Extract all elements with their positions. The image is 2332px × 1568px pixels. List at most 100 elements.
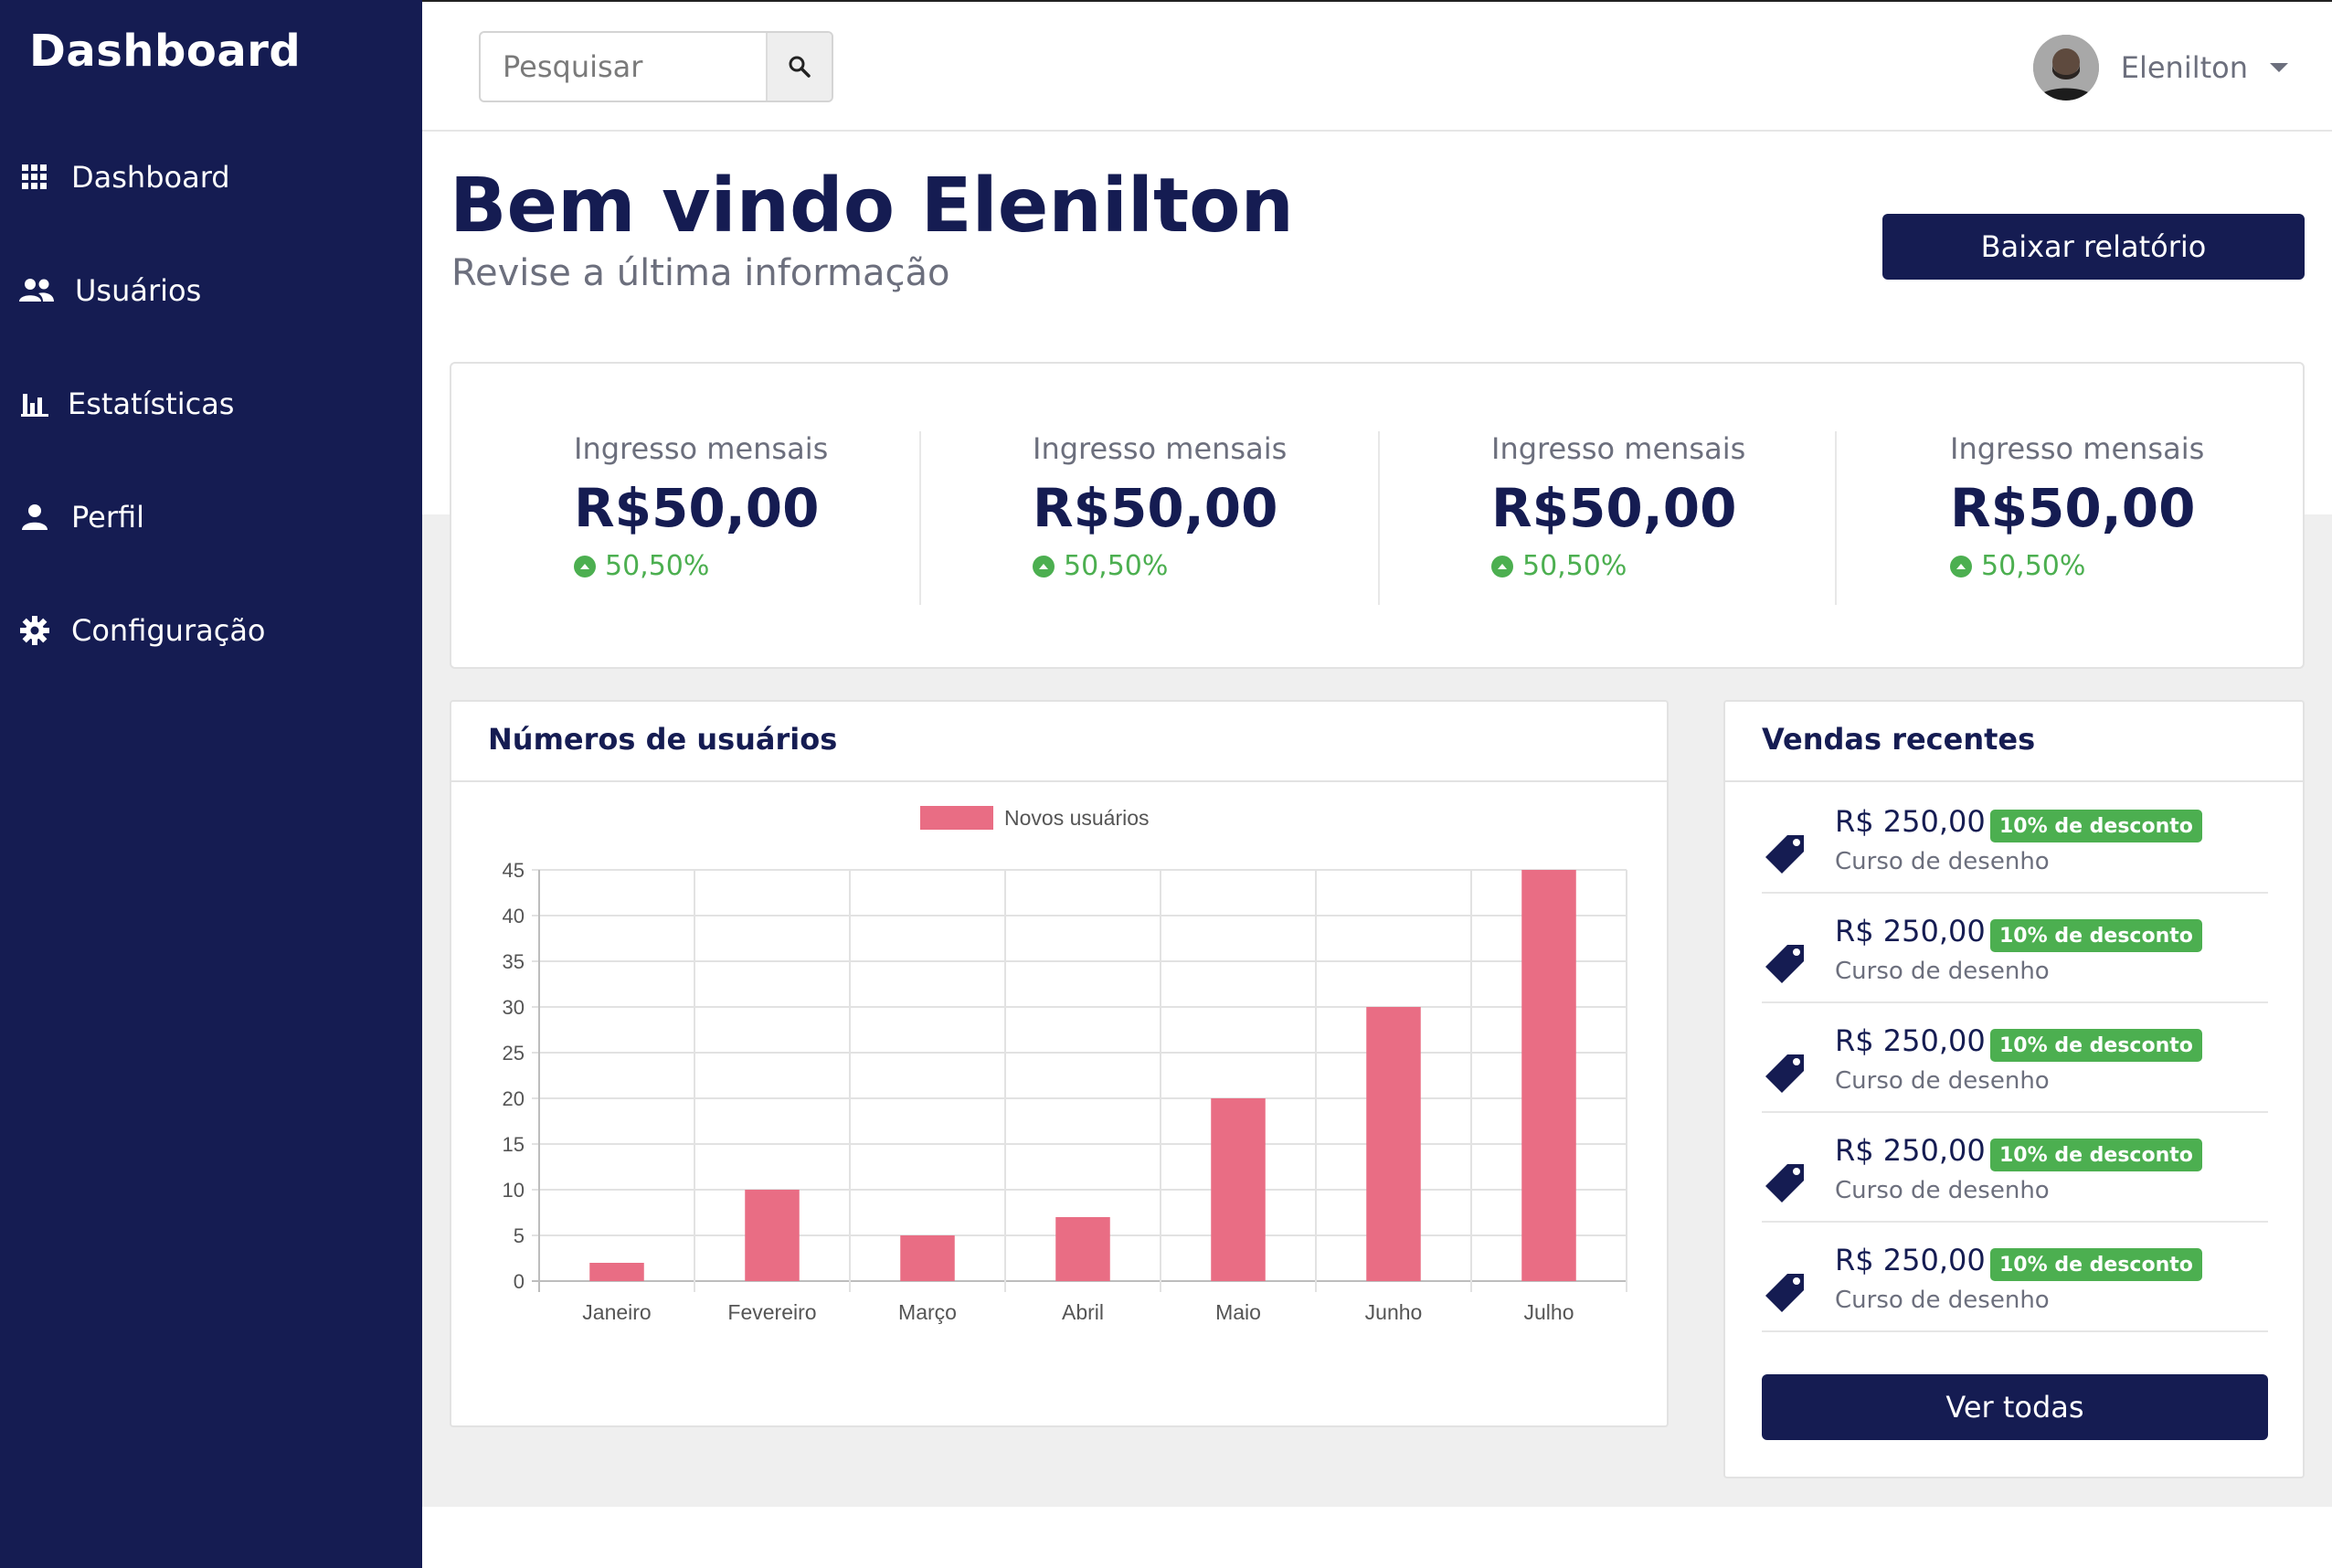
- top-header: Elenilton: [422, 0, 2332, 132]
- sale-description: Curso de desenho: [1835, 1287, 2050, 1314]
- arrow-up-circle-icon: [1033, 555, 1055, 577]
- discount-badge: 10% de desconto: [1990, 1029, 2202, 1062]
- stat-change-value: 50,50%: [1981, 550, 2086, 582]
- tag-icon: [1765, 945, 1804, 983]
- stat-item: Ingresso mensais R$50,00 50,50%: [1950, 431, 2332, 605]
- sidebar: Dashboard Dashboard Usuários Estatística…: [0, 0, 422, 1568]
- sale-item[interactable]: R$ 250,00 10% de desconto Curso de desen…: [1762, 784, 2268, 894]
- card-header: Números de usuários: [451, 702, 1667, 782]
- card-title: Números de usuários: [488, 722, 838, 757]
- x-tick-label: Março: [898, 1300, 957, 1324]
- see-all-button[interactable]: Ver todas: [1762, 1374, 2268, 1440]
- y-tick-label: 45: [503, 859, 525, 882]
- y-tick-label: 0: [514, 1270, 525, 1293]
- stat-value: R$50,00: [1491, 477, 1737, 539]
- sale-item[interactable]: R$ 250,00 10% de desconto Curso de desen…: [1762, 1223, 2268, 1332]
- sidebar-item-label: Configuração: [71, 613, 266, 648]
- card-title: Vendas recentes: [1762, 722, 2036, 757]
- x-tick-label: Fevereiro: [727, 1300, 816, 1324]
- stat-change: 50,50%: [1033, 550, 1168, 582]
- x-tick-label: Julho: [1524, 1300, 1574, 1324]
- y-tick-label: 30: [503, 996, 525, 1019]
- sidebar-item-perfil[interactable]: Perfil: [18, 490, 144, 545]
- discount-badge: 10% de desconto: [1990, 1248, 2202, 1281]
- divider: [1378, 431, 1380, 605]
- sidebar-item-dashboard[interactable]: Dashboard: [18, 150, 230, 205]
- grid-icon: [18, 161, 51, 194]
- sale-description: Curso de desenho: [1835, 1177, 2050, 1204]
- sale-item[interactable]: R$ 250,00 10% de desconto Curso de desen…: [1762, 1003, 2268, 1113]
- stat-item: Ingresso mensais R$50,00 50,50%: [1491, 431, 1948, 605]
- y-tick-label: 35: [503, 950, 525, 973]
- y-tick-label: 5: [514, 1224, 525, 1247]
- search-box: [479, 31, 833, 102]
- sale-price: R$ 250,00: [1835, 1023, 1986, 1058]
- y-tick-label: 40: [503, 905, 525, 927]
- search-button[interactable]: [766, 33, 832, 101]
- stat-item: Ingresso mensais R$50,00 50,50%: [1033, 431, 1489, 605]
- sidebar-item-label: Dashboard: [71, 160, 230, 195]
- stat-label: Ingresso mensais: [574, 431, 829, 466]
- sale-price: R$ 250,00: [1835, 914, 1986, 948]
- sidebar-item-usuarios[interactable]: Usuários: [18, 263, 201, 318]
- divider: [919, 431, 921, 605]
- users-chart-card: Números de usuários 0 5 10 15 20 25 30 35 40 45 Ja…: [450, 700, 1669, 1427]
- sale-item[interactable]: R$ 250,00 10% de desconto Curso de desen…: [1762, 894, 2268, 1003]
- stat-change: 50,50%: [1950, 550, 2085, 582]
- sidebar-item-estatisticas[interactable]: Estatísticas: [18, 376, 234, 431]
- y-tick-label: 15: [503, 1133, 525, 1156]
- stat-item: Ingresso mensais R$50,00 50,50%: [574, 431, 1031, 605]
- sale-price: R$ 250,00: [1835, 804, 1986, 839]
- arrow-up-circle-icon: [574, 555, 596, 577]
- sale-description: Curso de desenho: [1835, 1067, 2050, 1095]
- sidebar-item-label: Usuários: [75, 273, 202, 308]
- search-input[interactable]: [481, 33, 766, 101]
- stat-change-value: 50,50%: [1064, 550, 1169, 582]
- bar-chart-icon: [18, 387, 51, 420]
- sale-price: R$ 250,00: [1835, 1243, 1986, 1277]
- download-report-button[interactable]: Baixar relatório: [1882, 214, 2305, 280]
- stats-card: Ingresso mensais R$50,00 50,50% Ingresso…: [450, 362, 2305, 669]
- x-tick-label: Janeiro: [582, 1300, 651, 1324]
- tag-icon: [1765, 835, 1804, 874]
- user-menu[interactable]: Elenilton: [2032, 35, 2288, 101]
- stat-label: Ingresso mensais: [1033, 431, 1288, 466]
- discount-badge: 10% de desconto: [1990, 919, 2202, 952]
- bar-chart: 0 5 10 15 20 25 30 35 40 45 Janeiro Fevereiro Março A…: [503, 806, 1627, 1324]
- users-icon: [18, 274, 55, 307]
- sale-item[interactable]: R$ 250,00 10% de desconto Curso de desen…: [1762, 1113, 2268, 1223]
- stat-label: Ingresso mensais: [1950, 431, 2205, 466]
- x-tick-label: Maio: [1215, 1300, 1261, 1324]
- brand-title: Dashboard: [29, 26, 302, 77]
- user-name: Elenilton: [2120, 50, 2248, 85]
- bar: [1211, 1098, 1266, 1281]
- stat-value: R$50,00: [574, 477, 820, 539]
- x-tick-label: Abril: [1062, 1300, 1104, 1324]
- discount-badge: 10% de desconto: [1990, 810, 2202, 842]
- tag-icon: [1765, 1164, 1804, 1202]
- bar: [1055, 1217, 1110, 1281]
- stat-value: R$50,00: [1950, 477, 2196, 539]
- gear-icon: [18, 614, 51, 647]
- arrow-up-circle-icon: [1950, 555, 1972, 577]
- person-icon: [18, 501, 51, 534]
- stat-change: 50,50%: [1491, 550, 1627, 582]
- legend-label: Novos usuários: [1004, 806, 1150, 830]
- legend-swatch: [920, 806, 993, 830]
- tag-icon: [1765, 1274, 1804, 1312]
- card-header: Vendas recentes: [1725, 702, 2303, 782]
- bar: [1366, 1007, 1421, 1281]
- sidebar-item-configuracao[interactable]: Configuração: [18, 603, 266, 658]
- y-tick-label: 20: [503, 1087, 525, 1110]
- sidebar-item-label: Estatísticas: [68, 387, 235, 421]
- divider: [1835, 431, 1837, 605]
- stat-change-value: 50,50%: [1522, 550, 1627, 582]
- recent-sales-card: Vendas recentes R$ 250,00 10% de descont…: [1723, 700, 2305, 1478]
- stat-change-value: 50,50%: [605, 550, 710, 582]
- discount-badge: 10% de desconto: [1990, 1139, 2202, 1171]
- sale-price: R$ 250,00: [1835, 1133, 1986, 1168]
- search-icon: [789, 56, 811, 78]
- y-tick-label: 25: [503, 1042, 525, 1065]
- stat-value: R$50,00: [1033, 477, 1278, 539]
- sale-description: Curso de desenho: [1835, 958, 2050, 985]
